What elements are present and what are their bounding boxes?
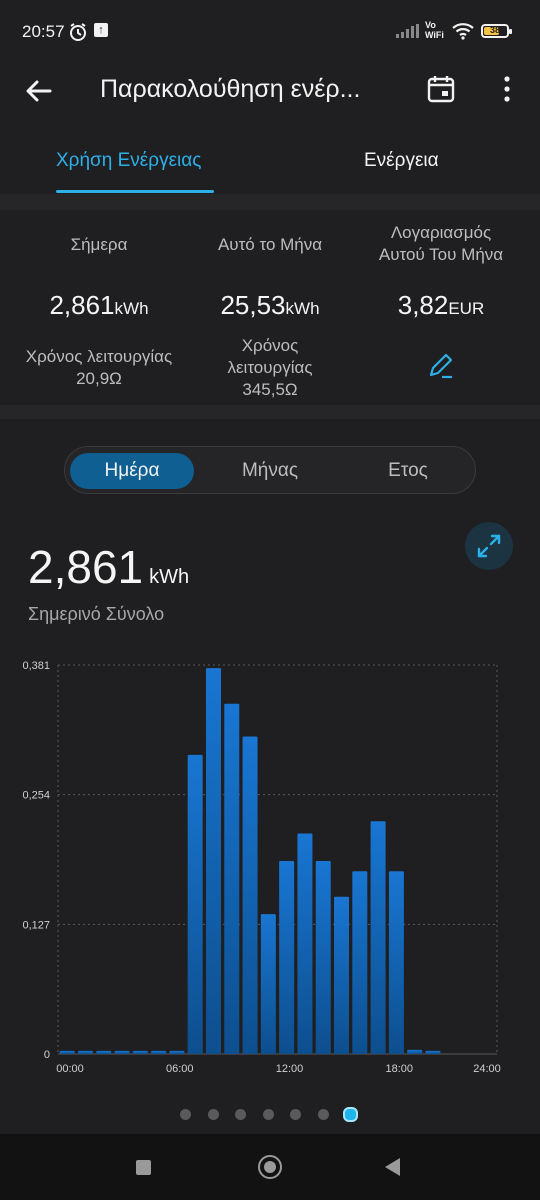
signal-icon [396,24,420,43]
battery-icon: 38 [481,24,512,38]
x-tick-label: 06:00 [166,1063,194,1075]
x-tick-label: 24:00 [473,1063,501,1075]
total-label: Σημερινό Σύνολο [28,604,165,624]
back-arrow-icon [26,80,52,102]
y-tick-label: 0,127 [22,919,50,931]
back-button[interactable] [22,74,56,108]
chart-bar-14:00 [315,861,331,1054]
stat-runtime: Χρόνος λειτουργίας 345,5Ω [227,336,313,399]
chart-bar-01:00 [77,1050,93,1054]
pager-dot[interactable] [207,1109,219,1120]
x-tick-label: 18:00 [385,1063,413,1075]
tab-energy-usage[interactable]: Χρήση Ενέργειας [56,150,201,172]
chart-bar-15:00 [334,896,350,1054]
more-options-button[interactable] [496,74,518,106]
stat-runtime: Χρόνος λειτουργίας 20,9Ω [25,347,173,388]
alarm-icon [68,22,88,47]
home-button[interactable] [258,1155,282,1179]
chart-bar-16:00 [352,871,368,1054]
pager-dot[interactable] [317,1109,329,1120]
chart-bar-11:00 [260,914,276,1054]
status-bar: 20:57 ↑ Vo WiFi 38 [0,0,540,64]
chart-bar-12:00 [279,861,295,1054]
page-title: Παρακολούθηση ενέρ... [100,75,361,103]
period-year[interactable]: Ετος [346,453,470,489]
y-tick-label: 0,254 [22,790,50,802]
y-tick-label: 0,381 [22,660,50,672]
total-unit: kWh [149,566,190,588]
chart-bar-00:00 [59,1050,75,1054]
upload-notification-icon: ↑ [94,23,108,37]
pager-dot[interactable] [262,1109,274,1120]
pager-dot[interactable] [180,1109,191,1120]
calendar-button[interactable] [426,74,456,104]
status-time: 20:57 [22,22,65,41]
chart-bar-19:00 [407,1049,423,1054]
chart-bar-13:00 [297,833,313,1054]
chart-pager [0,1102,540,1126]
stats-panel: Σήμερα 2,861kWh Χρόνος λειτουργίας 20,9Ω… [0,210,540,405]
system-nav-bar [0,1134,540,1200]
edit-pencil-icon [429,353,453,379]
vowifi-top: Vo [425,20,436,30]
x-tick-label: 12:00 [276,1063,304,1075]
period-month[interactable]: Μήνας [208,453,332,489]
fullscreen-button[interactable] [465,522,513,570]
chart-bar-08:00 [205,668,221,1054]
energy-chart: 0 0,127 0,254 0,381 00:00 06:00 12:00 18:00 24:0… [22,660,501,1075]
period-selector: Ημέρα Μήνας Ετος [64,446,476,494]
vowifi-bottom: WiFi [425,30,444,40]
chart-bar-06:00 [169,1050,185,1054]
battery-level: 38 [489,25,500,35]
period-day[interactable]: Ημέρα [70,453,194,489]
chart-bar-10:00 [242,736,258,1054]
pager-dot[interactable] [290,1109,301,1120]
calendar-icon [427,76,455,103]
chart-bar-09:00 [224,703,240,1054]
stat-value: 2,861kWh [49,290,149,320]
y-tick-label: 0 [44,1049,50,1061]
stat-label: Λογαριασμός Αυτού Του Μήνα [378,223,504,264]
stat-value: 3,82EUR [397,290,485,320]
pager-dot[interactable] [235,1109,246,1120]
section-divider [0,405,540,419]
total-value: 2,861 [28,541,144,593]
app-bar: Παρακολούθηση ενέρ... [0,64,540,120]
chart-bar-05:00 [151,1050,167,1054]
recents-button[interactable] [136,1160,151,1175]
system-back-button[interactable] [385,1158,400,1176]
pager-dot[interactable] [343,1107,358,1122]
chart-bar-18:00 [388,871,404,1054]
tab-bar: Χρήση Ενέργειας Ενέργεια [0,140,540,194]
tab-energy[interactable]: Ενέργεια [364,150,439,172]
chart-bar-07:00 [187,754,203,1054]
chart-bar-20:00 [425,1050,441,1054]
wifi-icon [451,22,475,45]
expand-icon [477,534,501,558]
stat-label: Αυτό το Μήνα [217,235,323,254]
tab-indicator [56,190,214,193]
section-divider [0,194,540,210]
vowifi-indicator: Vo WiFi [425,20,444,40]
daily-total: 2,861 kWh [28,540,189,594]
chart-bar-04:00 [132,1050,148,1054]
edit-bill-button[interactable] [423,348,459,384]
chart-bar-03:00 [114,1050,130,1054]
chart-bar-17:00 [370,821,386,1054]
stat-value: 25,53kWh [220,290,320,320]
chart-bar-02:00 [96,1050,112,1054]
x-tick-label: 00:00 [56,1063,84,1075]
more-vert-icon [504,76,510,102]
stat-label: Σήμερα [70,235,128,254]
